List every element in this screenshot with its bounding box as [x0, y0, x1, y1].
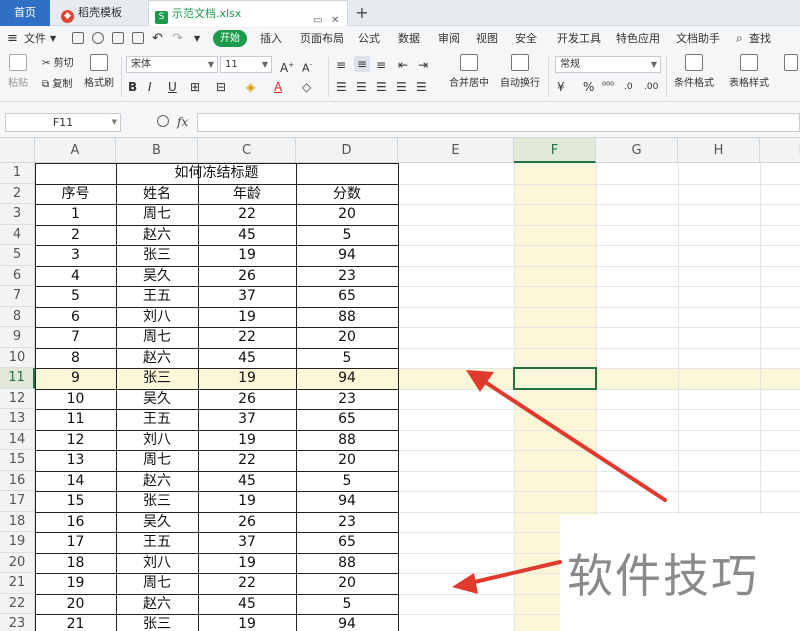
arrow-upper — [466, 370, 667, 502]
arrow-lower — [452, 560, 562, 594]
annotation-arrows — [452, 370, 667, 594]
